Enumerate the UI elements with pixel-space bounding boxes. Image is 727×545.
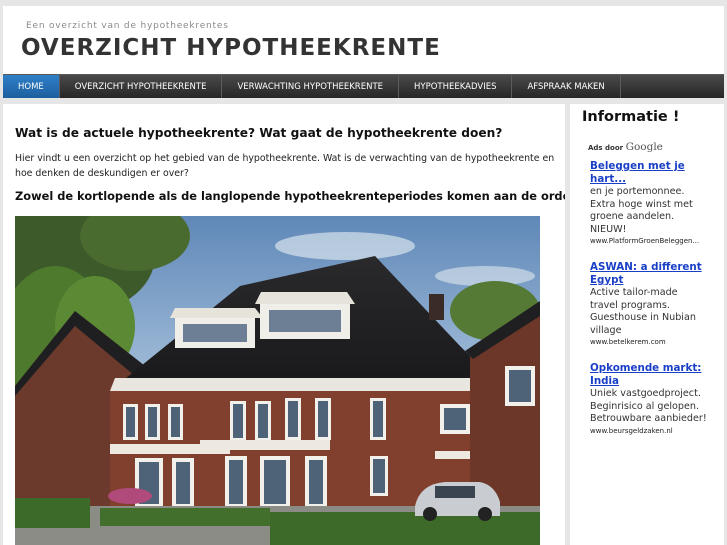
site-header: Een overzicht van de hypotheekrentes OVE… — [3, 6, 724, 74]
site-tagline: Een overzicht van de hypotheekrentes — [26, 21, 229, 31]
nav-item-verwachting-hypotheekrente[interactable]: VERWACHTING HYPOTHEEKRENTE — [222, 75, 400, 98]
ad-url-link[interactable]: www.beursgeldzaken.nl — [590, 426, 708, 437]
ad-title-link[interactable]: Beleggen met je hart... — [590, 160, 708, 186]
ad-title-link[interactable]: Opkomende markt: India — [590, 362, 708, 388]
google-logo-icon: Google — [625, 141, 663, 153]
main-content: Wat is de actuele hypotheekrente? Wat ga… — [3, 104, 565, 545]
ad-title-link[interactable]: ASWAN: a different Egypt — [590, 261, 708, 287]
ad-item: Beleggen met je hart... en je portemonne… — [590, 160, 708, 247]
ad-body: Uniek vastgoedproject. Beginrisico al ge… — [590, 388, 707, 425]
ad-item: ASWAN: a different Egypt Active tailor-m… — [590, 261, 708, 348]
site-title[interactable]: OVERZICHT HYPOTHEEKRENTE — [21, 35, 441, 61]
sidebar-title: Informatie ! — [582, 109, 680, 125]
house-photo-illustration — [15, 216, 540, 545]
sidebar: Informatie ! Ads door Google Beleggen me… — [570, 104, 724, 545]
main-navigation: HOME OVERZICHT HYPOTHEEKRENTE VERWACHTIN… — [3, 74, 724, 98]
intro-paragraph: Hier vindt u een overzicht op het gebied… — [15, 153, 555, 179]
page-heading: Wat is de actuele hypotheekrente? Wat ga… — [15, 126, 503, 140]
nav-item-afspraak-maken[interactable]: AFSPRAAK MAKEN — [512, 75, 621, 98]
nav-item-hypotheekadvies[interactable]: HYPOTHEEKADVIES — [399, 75, 513, 98]
ad-url-link[interactable]: www.betelkerem.com — [590, 337, 708, 348]
ads-box: Ads door Google Beleggen met je hart... … — [570, 137, 710, 545]
house-photo — [15, 216, 540, 545]
nav-item-overzicht-hypotheekrente[interactable]: OVERZICHT HYPOTHEEKRENTE — [60, 75, 223, 98]
ads-by-label: Ads door — [588, 144, 624, 152]
nav-item-home[interactable]: HOME — [3, 75, 60, 98]
page-subheading: Zowel de kortlopende als de langlopende … — [15, 189, 565, 203]
ad-body: en je portemonnee. Extra hoge winst met … — [590, 186, 693, 235]
ads-by-google[interactable]: Ads door Google — [588, 141, 663, 153]
ad-url-link[interactable]: www.PlatformGroenBeleggen... — [590, 236, 708, 247]
ad-item: Opkomende markt: India Uniek vastgoedpro… — [590, 362, 708, 437]
ad-body: Active tailor-made travel programs. Gues… — [590, 287, 696, 336]
